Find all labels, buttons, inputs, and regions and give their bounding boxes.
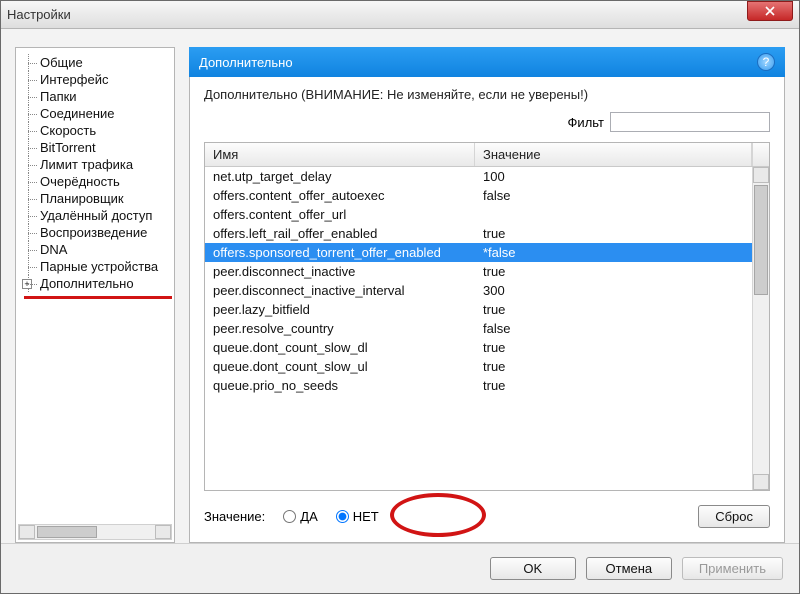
sidebar-item-label: Соединение [40, 106, 115, 121]
column-header-name[interactable]: Имя [205, 143, 475, 166]
sidebar-item-label: BitTorrent [40, 140, 96, 155]
sidebar-item-label: Удалённый доступ [40, 208, 152, 223]
cell-name: peer.disconnect_inactive [213, 264, 483, 279]
panel-title: Дополнительно [199, 55, 293, 70]
cell-value: false [483, 321, 744, 336]
sidebar-item-label: Парные устройства [40, 259, 158, 274]
cell-value: true [483, 264, 744, 279]
sidebar-item-label: Общие [40, 55, 83, 70]
grid-scrollbar[interactable] [752, 167, 769, 490]
sidebar-item-label: Интерфейс [40, 72, 108, 87]
table-row[interactable]: peer.disconnect_inactivetrue [205, 262, 752, 281]
sidebar-item-6[interactable]: Лимит трафика [22, 156, 174, 173]
sidebar-item-2[interactable]: Папки [22, 88, 174, 105]
cell-name: peer.lazy_bitfield [213, 302, 483, 317]
radio-no-input[interactable] [336, 510, 349, 523]
cell-value: true [483, 302, 744, 317]
radio-yes[interactable]: ДА [283, 509, 317, 524]
sidebar-item-4[interactable]: Скорость [22, 122, 174, 139]
highlight-circle [390, 493, 486, 537]
sidebar-scrollbar[interactable] [18, 524, 172, 540]
cell-value: true [483, 359, 744, 374]
apply-button[interactable]: Применить [682, 557, 783, 580]
sidebar-item-11[interactable]: DNA [22, 241, 174, 258]
window-title: Настройки [7, 7, 71, 22]
sidebar-item-3[interactable]: Соединение [22, 105, 174, 122]
settings-grid: Имя Значение net.utp_target_delay100offe… [204, 142, 770, 491]
table-row[interactable]: net.utp_target_delay100 [205, 167, 752, 186]
sidebar-item-label: Лимит трафика [40, 157, 133, 172]
cell-name: offers.content_offer_autoexec [213, 188, 483, 203]
sidebar-item-1[interactable]: Интерфейс [22, 71, 174, 88]
expand-icon[interactable]: + [22, 279, 32, 289]
table-row[interactable]: offers.content_offer_autoexecfalse [205, 186, 752, 205]
table-row[interactable]: offers.sponsored_torrent_offer_enabled*f… [205, 243, 752, 262]
table-row[interactable]: peer.lazy_bitfieldtrue [205, 300, 752, 319]
table-row[interactable]: queue.dont_count_slow_dltrue [205, 338, 752, 357]
value-label: Значение: [204, 509, 265, 524]
radio-yes-input[interactable] [283, 510, 296, 523]
table-row[interactable]: queue.prio_no_seedstrue [205, 376, 752, 395]
cell-value: 300 [483, 283, 744, 298]
cell-value: false [483, 188, 744, 203]
cell-value: true [483, 226, 744, 241]
highlight-underline [24, 296, 172, 299]
close-button[interactable] [747, 1, 793, 21]
filter-label: Фильт [568, 115, 604, 130]
sidebar-item-label: Скорость [40, 123, 96, 138]
cell-name: queue.dont_count_slow_ul [213, 359, 483, 374]
cell-name: peer.resolve_country [213, 321, 483, 336]
cell-value: true [483, 378, 744, 393]
cell-name: offers.left_rail_offer_enabled [213, 226, 483, 241]
sidebar-item-7[interactable]: Очерёдность [22, 173, 174, 190]
table-row[interactable]: queue.dont_count_slow_ultrue [205, 357, 752, 376]
filter-input[interactable] [610, 112, 770, 132]
help-icon[interactable]: ? [757, 53, 775, 71]
warning-text: Дополнительно (ВНИМАНИЕ: Не изменяйте, е… [204, 87, 770, 102]
sidebar-item-label: Папки [40, 89, 77, 104]
sidebar-item-0[interactable]: Общие [22, 54, 174, 71]
table-row[interactable]: peer.resolve_countryfalse [205, 319, 752, 338]
cell-value: *false [483, 245, 744, 260]
radio-no[interactable]: НЕТ [336, 509, 379, 524]
sidebar-item-label: Воспроизведение [40, 225, 147, 240]
reset-button[interactable]: Сброс [698, 505, 770, 528]
cell-name: queue.dont_count_slow_dl [213, 340, 483, 355]
cell-value [483, 207, 744, 222]
table-row[interactable]: offers.left_rail_offer_enabledtrue [205, 224, 752, 243]
cell-name: offers.content_offer_url [213, 207, 483, 222]
column-header-value[interactable]: Значение [475, 143, 752, 166]
sidebar-item-9[interactable]: Удалённый доступ [22, 207, 174, 224]
table-row[interactable]: peer.disconnect_inactive_interval300 [205, 281, 752, 300]
ok-button[interactable]: OK [490, 557, 576, 580]
cell-value: true [483, 340, 744, 355]
titlebar: Настройки [1, 1, 799, 29]
sidebar-item-12[interactable]: Парные устройства [22, 258, 174, 275]
cell-value: 100 [483, 169, 744, 184]
dialog-footer: OK Отмена Применить [1, 543, 799, 593]
cell-name: net.utp_target_delay [213, 169, 483, 184]
cell-name: offers.sponsored_torrent_offer_enabled [213, 245, 483, 260]
table-row[interactable]: offers.content_offer_url [205, 205, 752, 224]
sidebar: Общие Интерфейс Папки Соединение Скорость Bit… [15, 47, 175, 543]
cell-name: peer.disconnect_inactive_interval [213, 283, 483, 298]
sidebar-item-label: Планировщик [40, 191, 124, 206]
sidebar-item-10[interactable]: Воспроизведение [22, 224, 174, 241]
sidebar-item-label: DNA [40, 242, 67, 257]
sidebar-item-label: Очерёдность [40, 174, 120, 189]
sidebar-item-8[interactable]: Планировщик [22, 190, 174, 207]
sidebar-item-5[interactable]: BitTorrent [22, 139, 174, 156]
panel-header: Дополнительно ? [189, 47, 785, 77]
cancel-button[interactable]: Отмена [586, 557, 672, 580]
sidebar-item-label: Дополнительно [40, 276, 134, 291]
cell-name: queue.prio_no_seeds [213, 378, 483, 393]
sidebar-item-13[interactable]: + Дополнительно [22, 275, 174, 292]
